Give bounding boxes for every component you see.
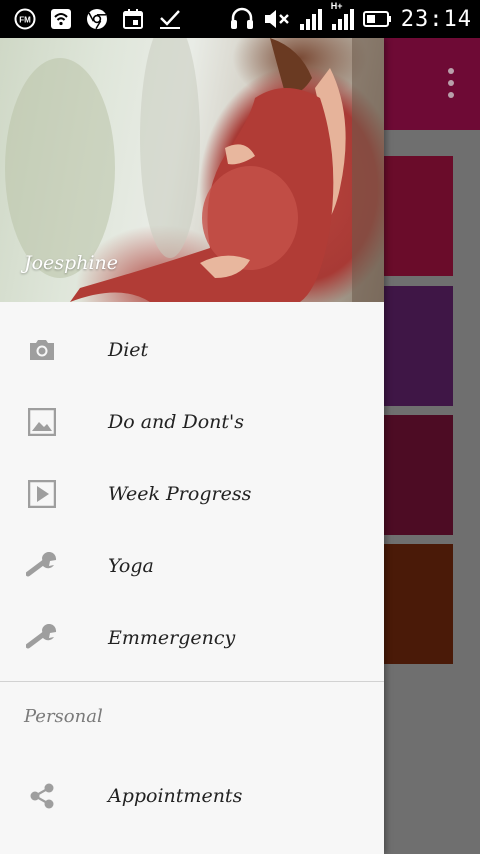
menu-item-do-and-donts[interactable]: Do and Dont's — [0, 386, 384, 458]
menu-item-diet[interactable]: Diet — [0, 314, 384, 386]
menu-item-emergency[interactable]: Emmergency — [0, 602, 384, 674]
menu-item-label: Appointments — [108, 785, 243, 807]
image-icon — [26, 406, 58, 438]
menu-item-yoga[interactable]: Yoga — [0, 530, 384, 602]
svg-text:FM: FM — [19, 16, 31, 25]
battery-icon — [362, 10, 393, 28]
menu-item-label: Do and Dont's — [108, 411, 244, 433]
check-icon — [158, 8, 182, 30]
headset-icon — [229, 7, 255, 31]
hplus-signal-icon: H+ — [331, 1, 355, 31]
menu-item-appointments[interactable]: Appointments — [0, 760, 384, 832]
menu-item-label: Emmergency — [108, 627, 236, 649]
menu-item-label: Yoga — [108, 555, 154, 577]
share-icon — [26, 780, 58, 812]
mute-icon — [263, 7, 291, 31]
user-name: Joesphine — [24, 252, 119, 274]
personal-menu: Appointments — [0, 740, 384, 832]
calendar-icon — [122, 8, 144, 30]
menu-item-label: Diet — [108, 339, 149, 361]
drawer-menu: Diet Do and Dont's Week Progress Yoga Em… — [0, 302, 384, 674]
section-header-personal: Personal — [24, 706, 103, 727]
status-bar: FM H+ 23:14 — [0, 0, 480, 38]
wrench-icon — [26, 550, 58, 582]
signal-icon — [299, 7, 323, 31]
overflow-menu-icon[interactable] — [448, 68, 454, 98]
clock: 23:14 — [400, 6, 472, 32]
chrome-icon — [86, 8, 108, 30]
wifi-icon — [50, 8, 72, 30]
camera-icon — [26, 334, 58, 366]
network-type-label: H+ — [330, 1, 343, 11]
menu-item-week-progress[interactable]: Week Progress — [0, 458, 384, 530]
fm-radio-icon: FM — [14, 8, 36, 30]
menu-item-label: Week Progress — [108, 483, 252, 505]
drawer-header: Joesphine — [0, 38, 384, 302]
navigation-drawer: Joesphine Diet Do and Dont's Week Progre… — [0, 38, 384, 854]
play-box-icon — [26, 478, 58, 510]
wrench-icon — [26, 622, 58, 654]
